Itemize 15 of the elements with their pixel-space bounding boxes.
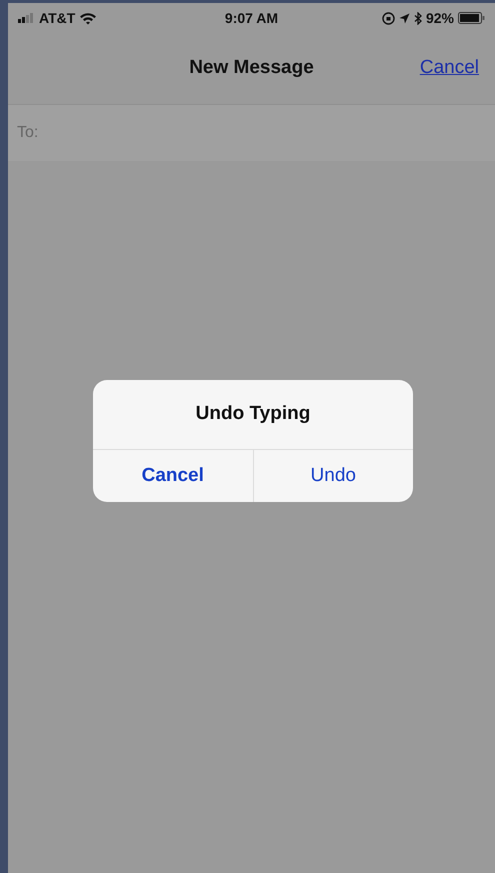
alert-button[interactable]: Cancel [93, 450, 252, 502]
rotation-lock-icon [382, 12, 395, 24]
signal-icon [18, 13, 35, 23]
cancel-link[interactable]: Cancel [420, 54, 479, 83]
wifi-icon [79, 12, 98, 24]
alert-button[interactable]: Undo [252, 450, 413, 502]
screen-title: New Message [189, 56, 314, 80]
battery-percent: 92% [426, 8, 454, 28]
alert-title: Undo Typing [196, 402, 310, 426]
battery-icon [458, 12, 485, 24]
carrier-name: AT&T [39, 8, 76, 28]
clock-time: 9:07 AM [224, 8, 278, 28]
bluetooth-icon [414, 12, 422, 24]
location-icon [398, 12, 410, 24]
to-label: To: [17, 123, 38, 143]
